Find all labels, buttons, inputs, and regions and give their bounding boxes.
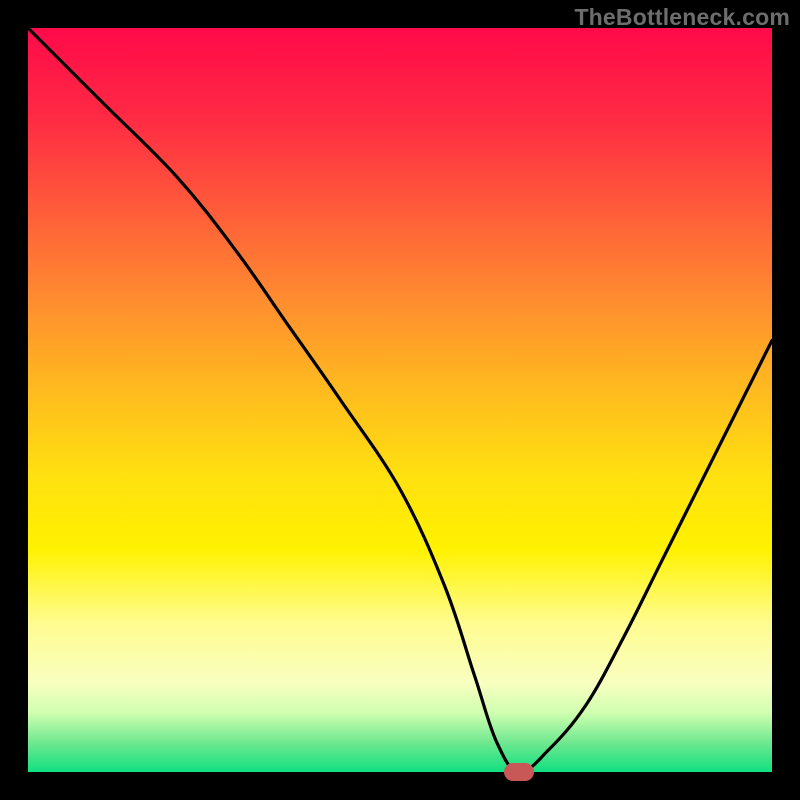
chart-container: TheBottleneck.com [0,0,800,800]
plot-area [28,28,772,772]
bottleneck-curve [28,28,772,772]
watermark-text: TheBottleneck.com [574,4,790,31]
optimal-marker [504,763,534,781]
curve-path [28,28,772,772]
